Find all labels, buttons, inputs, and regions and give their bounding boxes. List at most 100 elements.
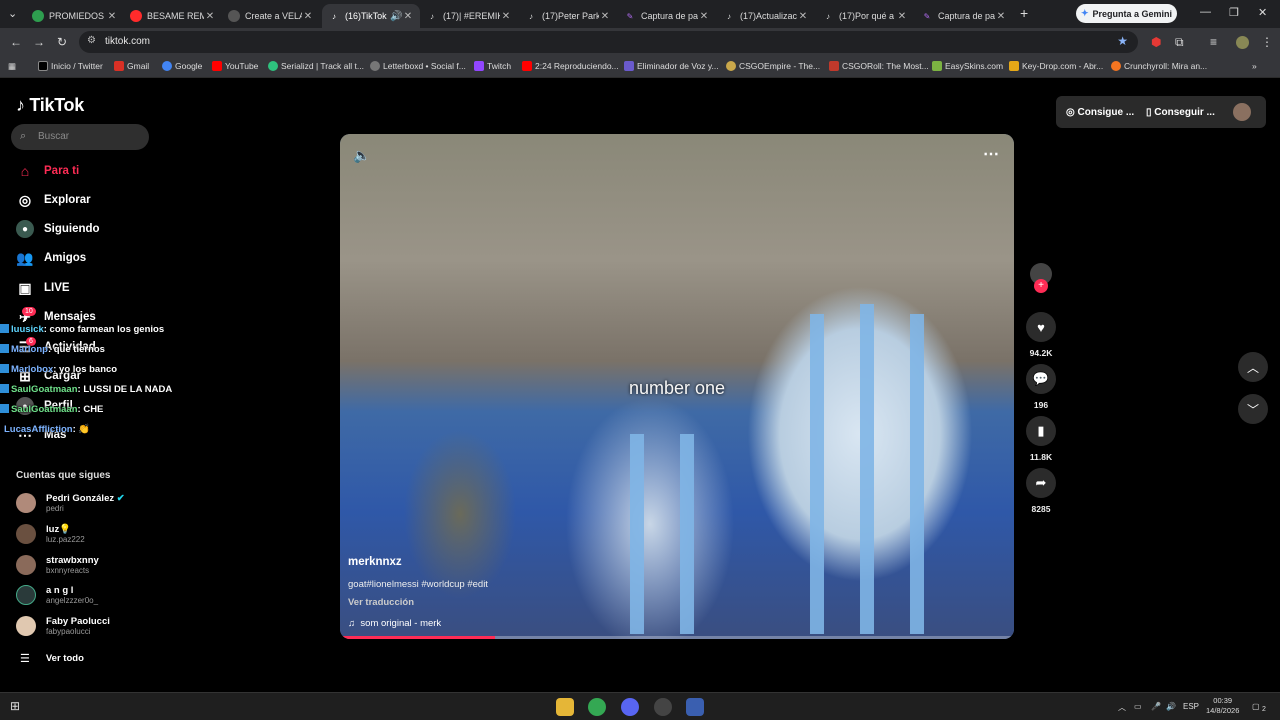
reload-icon[interactable]: ↻	[57, 35, 67, 49]
microphone-icon[interactable]: 🎤	[1151, 702, 1161, 711]
progress-bar[interactable]	[340, 636, 496, 639]
site-info-icon[interactable]: ⚙	[87, 35, 96, 46]
like-button[interactable]: ♥ 94.2K	[1026, 312, 1056, 358]
close-icon[interactable]: ✕	[599, 11, 611, 22]
nav-siguiendo[interactable]: ● Siguiendo	[16, 219, 100, 239]
bookmark-serializd[interactable]: Serializd | Track all t...	[268, 61, 364, 71]
close-icon[interactable]: ✕	[896, 11, 908, 22]
see-all-link[interactable]: ☰ Ver todo	[20, 652, 84, 665]
video-sound[interactable]: ♫ som original - merk	[348, 618, 441, 629]
tab-por-que[interactable]: ♪ (17)Por qué a ✕	[816, 4, 914, 28]
media-controls-icon[interactable]: ≡	[1210, 35, 1217, 49]
bookmark-star-icon[interactable]: ★	[1117, 34, 1128, 48]
bookmark-eliminador[interactable]: Eliminador de Voz y...	[624, 61, 719, 71]
creator-avatar[interactable]: +	[1026, 263, 1056, 293]
forward-arrow-icon[interactable]: →	[33, 35, 45, 49]
bookmark-twitter[interactable]: Inicio / Twitter	[38, 61, 103, 71]
url-text[interactable]: tiktok.com	[105, 36, 150, 47]
extensions-puzzle-icon[interactable]: ⧉	[1175, 35, 1184, 50]
account-item[interactable]: Faby Paolucci fabypaolucci	[16, 616, 110, 636]
account-item[interactable]: Pedri González ✔ pedri	[16, 493, 125, 513]
new-tab-button[interactable]: +	[1020, 5, 1028, 21]
notification-icon[interactable]: ▢	[1252, 702, 1260, 711]
account-item[interactable]: strawbxnny bxnnyreacts	[16, 555, 99, 575]
bookmark-csgoroll[interactable]: CSGORoll: The Most...	[829, 61, 929, 71]
language-indicator[interactable]: ESP	[1183, 702, 1199, 711]
menu-kebab-icon[interactable]: ⋮	[1261, 35, 1273, 49]
discord-icon[interactable]	[621, 698, 639, 716]
close-icon[interactable]: ✕	[402, 11, 414, 22]
tiktok-logo[interactable]: ♪ TikTok	[16, 95, 84, 116]
video-author[interactable]: merknnxz	[348, 556, 402, 568]
close-icon[interactable]: ✕	[204, 11, 216, 22]
back-arrow-icon[interactable]: ←	[10, 35, 22, 49]
bookmark-easyskins[interactable]: EasySkins.com	[932, 61, 1003, 71]
comment-button[interactable]: 💬 196	[1026, 364, 1056, 410]
close-icon[interactable]: ✕	[698, 11, 710, 22]
tiktok-favicon-icon: ♪	[430, 11, 434, 21]
volume-tray-icon[interactable]: 🔊	[1166, 702, 1176, 711]
tab-create-vela[interactable]: Create a VELA ✕	[222, 4, 320, 28]
bookmark-letterboxd[interactable]: Letterboxd • Social f...	[370, 61, 466, 71]
get-app-button[interactable]: ▯ Conseguir ...	[1146, 107, 1215, 118]
bookmark-youtube[interactable]: YouTube	[212, 61, 258, 71]
close-icon[interactable]: ✕	[797, 11, 809, 22]
bookmark-twitch[interactable]: Twitch	[474, 61, 511, 71]
more-options-icon[interactable]: ⋯	[983, 144, 1000, 164]
speaker-icon[interactable]: 🔊	[390, 11, 402, 22]
share-button[interactable]: ➦ 8285	[1026, 468, 1056, 514]
volume-icon[interactable]: 🔈	[353, 147, 370, 164]
tab-captura-1[interactable]: ✎ Captura de pa ✕	[618, 4, 716, 28]
nav-amigos[interactable]: 👥 Amigos	[16, 248, 86, 268]
chrome-icon[interactable]	[588, 698, 606, 716]
bookmark-gmail[interactable]: Gmail	[114, 61, 149, 71]
file-explorer-icon[interactable]	[556, 698, 574, 716]
tab-tiktok-active[interactable]: ♪ (16)TikTok 🔊 ✕	[322, 4, 420, 28]
account-item[interactable]: luz💡 luz.paz222	[16, 524, 85, 544]
close-icon[interactable]: ✕	[106, 11, 118, 22]
nav-para-ti[interactable]: ⌂ Para ti	[16, 161, 79, 181]
tab-actualizac[interactable]: ♪ (17)Actualizac ✕	[717, 4, 815, 28]
minimize-button[interactable]: —	[1200, 6, 1211, 18]
extension-icon[interactable]: ⬢	[1151, 35, 1161, 49]
save-button[interactable]: ▮ 11.8K	[1026, 416, 1056, 462]
tab-besame[interactable]: BESAME REMI ✕	[124, 4, 222, 28]
clock[interactable]: 00:39 14/8/2026	[1206, 696, 1239, 716]
next-video-button[interactable]: ﹀	[1238, 394, 1268, 424]
bookmark-csgoempire[interactable]: CSGOEmpire - The...	[726, 61, 820, 71]
bookmark-keydrop[interactable]: Key-Drop.com - Abr...	[1009, 61, 1103, 71]
search-input[interactable]: ⌕ Buscar	[11, 124, 149, 150]
bookmark-google[interactable]: Google	[162, 61, 202, 71]
previous-video-button[interactable]: ︿	[1238, 352, 1268, 382]
profile-avatar[interactable]	[1236, 36, 1249, 49]
windows-start-icon[interactable]: ⊞	[10, 699, 20, 713]
url-box[interactable]: ⚙ tiktok.com ★	[79, 31, 1138, 53]
close-window-button[interactable]: ✕	[1258, 6, 1267, 19]
close-icon[interactable]: ✕	[500, 11, 512, 22]
close-icon[interactable]: ✕	[302, 11, 314, 22]
nav-live[interactable]: ▣ LIVE	[16, 278, 69, 298]
user-avatar[interactable]	[1233, 103, 1251, 121]
tab-captura-2[interactable]: ✎ Captura de pa ✕	[915, 4, 1013, 28]
more-bookmarks-icon[interactable]: »	[1252, 61, 1257, 71]
nav-explorar[interactable]: ◎ Explorar	[16, 190, 91, 210]
tray-chevron-icon[interactable]: ︿	[1118, 702, 1126, 713]
app-icon[interactable]	[686, 698, 704, 716]
bookmark-reproduciendo[interactable]: 2:24 Reproduciendo...	[522, 61, 619, 71]
account-item[interactable]: a n g l angelzzzer0o_	[16, 585, 98, 605]
video-player[interactable]: 🔈 ⋯ number one merknnxz goat#lionelmessi…	[340, 134, 1014, 639]
see-translation-link[interactable]: Ver traducción	[348, 597, 414, 608]
tab-peter-park[interactable]: ♪ (17)Peter Park ✕	[519, 4, 617, 28]
close-icon[interactable]: ✕	[995, 11, 1007, 22]
bookmark-crunchyroll[interactable]: Crunchyroll: Mira an...	[1111, 61, 1207, 71]
follow-plus-icon[interactable]: +	[1034, 279, 1048, 293]
steam-icon[interactable]	[654, 698, 672, 716]
ask-gemini-button[interactable]: ✦ Pregunta a Gemini	[1076, 4, 1177, 23]
apps-grid-icon[interactable]: ▦	[8, 61, 16, 72]
tab-promiedos[interactable]: PROMIEDOS ✕	[26, 4, 124, 28]
get-coins-button[interactable]: ◎ Consigue ...	[1066, 107, 1134, 118]
restore-button[interactable]: ❐	[1229, 6, 1239, 19]
tab-eremik[interactable]: ♪ (17)| #EREMIK ✕	[420, 4, 518, 28]
tab-list-icon[interactable]: ⌄	[8, 7, 17, 20]
network-icon[interactable]: ▭	[1134, 702, 1142, 711]
